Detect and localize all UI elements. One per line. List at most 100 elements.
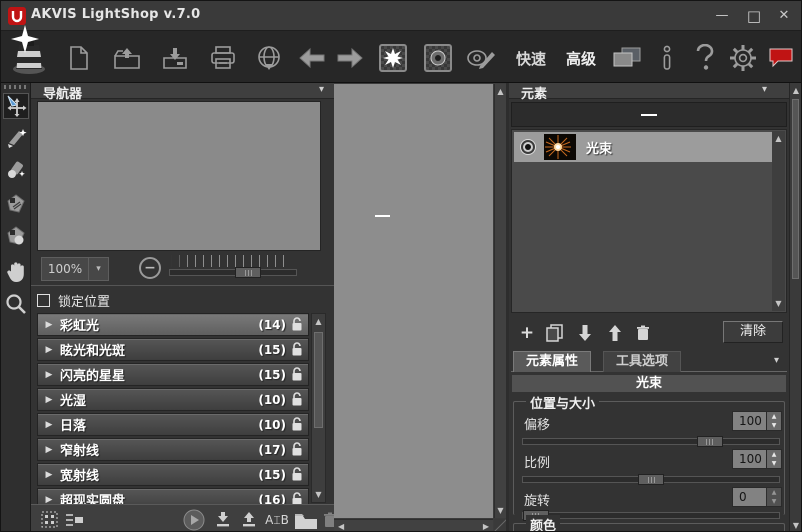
undo-button[interactable]	[294, 40, 330, 76]
preview-grid-button[interactable]	[39, 509, 61, 531]
expand-icon[interactable]: ▶	[38, 320, 60, 330]
expand-icon[interactable]: ▶	[38, 420, 60, 430]
scroll-up-icon[interactable]: ▲	[790, 86, 801, 95]
close-button[interactable]: ✕	[771, 6, 797, 26]
element-row-selected[interactable]: 光束	[514, 132, 772, 162]
tab-tool-options[interactable]: 工具选项	[603, 351, 682, 372]
effect-group-row[interactable]: ▶ 超现实圆盘 (16)	[37, 488, 309, 505]
scroll-down-icon[interactable]: ▼	[772, 299, 785, 308]
elements-collapse-icon[interactable]: ▾	[762, 84, 767, 95]
offset-slider-handle[interactable]	[696, 436, 723, 447]
elements-splitter[interactable]	[511, 102, 787, 127]
elements-header[interactable]: 元素 ▾	[509, 83, 789, 102]
expand-icon[interactable]: ▶	[38, 445, 60, 455]
history-brush-tool-button[interactable]	[3, 223, 29, 249]
effect-group-row[interactable]: ▶ 日落 (10)	[37, 413, 309, 436]
scale-slider-handle[interactable]	[638, 474, 664, 485]
lock-position-row[interactable]: 锁定位置	[37, 291, 110, 310]
expand-icon[interactable]: ▶	[38, 345, 60, 355]
expand-icon[interactable]: ▶	[38, 370, 60, 380]
tabs-dropdown-icon[interactable]: ▾	[774, 355, 779, 366]
elements-scrollbar[interactable]: ▲ ▼	[772, 131, 785, 311]
rotate-spinner[interactable]: 0 ▲ ▼	[732, 487, 782, 507]
element-visibility-radio[interactable]	[520, 139, 536, 155]
preferences-gear-button[interactable]	[725, 40, 761, 76]
scroll-right-icon[interactable]: ▶	[483, 522, 489, 531]
tab-element-properties[interactable]: 元素属性	[513, 351, 592, 372]
scale-slider[interactable]	[522, 474, 780, 485]
titlebar[interactable]: AKVIS LightShop v.7.0 — □ ✕	[1, 1, 801, 31]
move-tool-button[interactable]	[3, 93, 29, 119]
lock-position-checkbox[interactable]	[37, 293, 50, 307]
feedback-bubble-icon[interactable]	[763, 40, 799, 76]
light-effects-button[interactable]	[375, 40, 411, 76]
effect-group-row[interactable]: ▶ 彩虹光 (14)	[37, 313, 309, 336]
scroll-up-icon[interactable]: ▲	[312, 317, 325, 326]
zoom-dropdown-icon[interactable]: ▾	[88, 258, 108, 280]
new-image-button[interactable]	[61, 40, 97, 76]
scroll-left-icon[interactable]: ◀	[338, 522, 344, 531]
sphere-effects-button[interactable]	[420, 40, 456, 76]
add-element-button[interactable]: +	[515, 321, 539, 345]
rotate-slider[interactable]	[522, 510, 780, 521]
scale-spinner[interactable]: 100 ▲ ▼	[732, 449, 782, 469]
spinner-arrows[interactable]: ▲ ▼	[766, 488, 781, 506]
hand-tool-button[interactable]	[3, 259, 29, 285]
delete-element-button[interactable]	[631, 321, 655, 345]
quick-mode-button[interactable]: 快速	[516, 48, 546, 69]
scale-value[interactable]: 100	[733, 450, 766, 468]
move-element-down-button[interactable]	[573, 321, 597, 345]
duplicate-element-button[interactable]	[543, 321, 567, 345]
effect-group-row[interactable]: ▶ 闪亮的星星 (15)	[37, 363, 309, 386]
spinner-arrows[interactable]: ▲ ▼	[766, 450, 781, 468]
scroll-down-icon[interactable]: ▼	[790, 521, 801, 530]
canvas-vertical-scrollbar[interactable]: ▲ ▼	[494, 84, 506, 518]
publish-web-button[interactable]	[251, 40, 287, 76]
save-image-button[interactable]	[157, 40, 193, 76]
scroll-down-icon[interactable]: ▼	[495, 506, 506, 515]
light-brush-tool-button[interactable]	[3, 125, 29, 151]
zoom-tool-button[interactable]	[3, 291, 29, 317]
expand-icon[interactable]: ▶	[38, 495, 60, 505]
export-presets-button[interactable]	[238, 509, 260, 531]
scroll-up-icon[interactable]: ▲	[495, 87, 506, 96]
open-image-button[interactable]	[109, 40, 145, 76]
workspace-layout-button[interactable]	[609, 40, 645, 76]
expand-icon[interactable]: ▶	[38, 395, 60, 405]
image-canvas[interactable]	[334, 84, 493, 518]
panel-scrollbar-thumb[interactable]	[792, 99, 799, 279]
scroll-up-icon[interactable]: ▲	[772, 134, 785, 143]
navigator-header[interactable]: 导航器 ▾	[31, 83, 334, 102]
postprocess-button[interactable]	[463, 40, 499, 76]
advanced-mode-button[interactable]: 高级	[566, 48, 596, 69]
minimize-button[interactable]: —	[709, 6, 735, 26]
preset-folder-button[interactable]	[293, 509, 319, 531]
rotate-value[interactable]: 0	[733, 488, 766, 506]
preset-play-button[interactable]	[183, 509, 205, 531]
zoom-slider[interactable]	[169, 267, 297, 278]
redo-button[interactable]	[332, 40, 368, 76]
effects-scrollbar-thumb[interactable]	[314, 332, 323, 428]
offset-value[interactable]: 100	[733, 412, 766, 430]
effect-group-row[interactable]: ▶ 光湿 (10)	[37, 388, 309, 411]
offset-slider[interactable]	[522, 436, 780, 447]
effects-scrollbar[interactable]: ▲ ▼	[311, 313, 326, 503]
info-button[interactable]	[649, 40, 685, 76]
zoom-slider-handle[interactable]	[235, 267, 262, 278]
light-eraser-tool-button[interactable]	[3, 157, 29, 183]
scroll-down-icon[interactable]: ▼	[312, 490, 325, 499]
effect-group-row[interactable]: ▶ 眩光和光斑 (15)	[37, 338, 309, 361]
effect-group-row[interactable]: ▶ 窄射线 (17)	[37, 438, 309, 461]
canvas-horizontal-scrollbar[interactable]: ◀ ▶	[334, 519, 493, 531]
offset-spinner[interactable]: 100 ▲ ▼	[732, 411, 782, 431]
navigator-collapse-icon[interactable]: ▾	[319, 84, 324, 95]
splitter-handle[interactable]	[641, 114, 657, 116]
print-button[interactable]	[205, 40, 241, 76]
help-button[interactable]	[687, 40, 723, 76]
clear-button[interactable]: 清除	[723, 321, 783, 343]
rename-preset-button[interactable]: A⌶B	[262, 509, 292, 531]
move-element-up-button[interactable]	[603, 321, 627, 345]
zoom-out-button[interactable]: −	[139, 257, 161, 279]
preset-list-button[interactable]	[64, 509, 86, 531]
expand-icon[interactable]: ▶	[38, 470, 60, 480]
